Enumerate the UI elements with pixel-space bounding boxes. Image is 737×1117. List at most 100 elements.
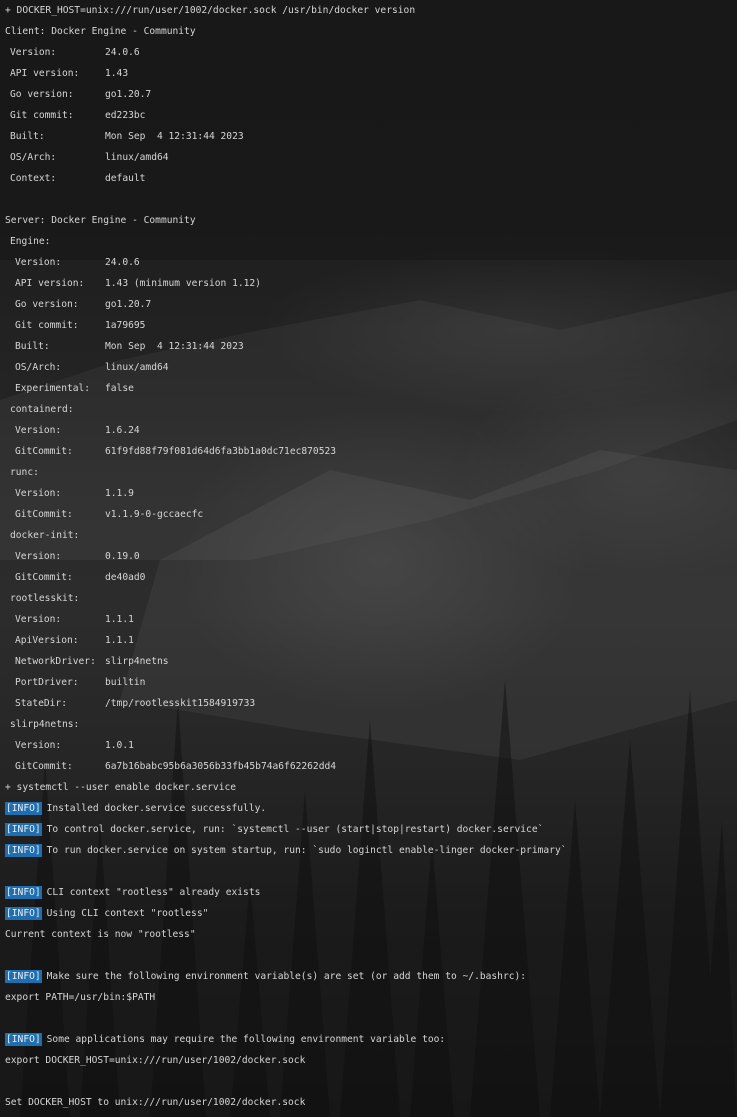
field-value: /tmp/rootlesskit1584919733	[105, 698, 256, 709]
field-key: GitCommit:	[15, 509, 73, 520]
field-key: API version:	[15, 278, 85, 289]
field-value: Mon Sep 4 12:31:44 2023	[105, 341, 244, 352]
key-value-line: ApiVersion: 1.1.1	[0, 630, 737, 651]
field-key: Version:	[15, 614, 62, 625]
section-heading: slirp4netns:	[0, 714, 737, 735]
key-value-line: NetworkDriver: slirp4netns	[0, 651, 737, 672]
key-value-line: StateDir: /tmp/rootlesskit1584919733	[0, 693, 737, 714]
field-value: 1.1.9	[105, 488, 134, 499]
info-message: Some applications may require the follow…	[46, 1034, 446, 1045]
field-value: 24.0.6	[105, 47, 140, 58]
key-value-line: GitCommit: 61f9fd88f79f081d64d6fa3bb1a0dc…	[0, 441, 737, 462]
key-value-line: Version: 1.1.1	[0, 609, 737, 630]
info-message: Make sure the following environment vari…	[46, 971, 527, 982]
key-value-line: API version: 1.43 (minimum version 1.12)	[0, 273, 737, 294]
key-value-line: Version: 24.0.6	[0, 252, 737, 273]
field-key: API version:	[10, 68, 80, 79]
field-key: GitCommit:	[15, 572, 73, 583]
field-value: 0.19.0	[105, 551, 140, 562]
info-badge: [INFO]	[5, 907, 42, 920]
field-key: StateDir:	[15, 698, 67, 709]
output-line: export DOCKER_HOST=unix:///run/user/1002…	[5, 1055, 306, 1066]
key-value-line: Git commit: ed223bc	[0, 105, 737, 126]
terminal-output: + DOCKER_HOST=unix:///run/user/1002/dock…	[0, 0, 737, 1113]
section-label: slirp4netns:	[10, 719, 80, 730]
field-value: 1.1.1	[105, 614, 134, 625]
section-heading: Engine:	[0, 231, 737, 252]
section-label: rootlesskit:	[10, 593, 80, 604]
section-label: docker-init:	[10, 530, 80, 541]
key-value-line: Go version: go1.20.7	[0, 84, 737, 105]
field-key: Built:	[10, 131, 45, 142]
field-value: de40ad0	[105, 572, 146, 583]
field-value: 6a7b16babc95b6a3056b33fb45b74a6f62262dd4	[105, 761, 337, 772]
field-key: OS/Arch:	[10, 152, 57, 163]
terminal-window[interactable]: + DOCKER_HOST=unix:///run/user/1002/dock…	[0, 0, 737, 1117]
key-value-line: Git commit: 1a79695	[0, 315, 737, 336]
key-value-line: OS/Arch: linux/amd64	[0, 357, 737, 378]
info-log-line: [INFO] Using CLI context "rootless"	[0, 903, 737, 924]
info-log-line: [INFO] CLI context "rootless" already exi…	[0, 882, 737, 903]
info-badge: [INFO]	[5, 802, 42, 815]
output-line: Client: Docker Engine - Community	[5, 26, 196, 37]
section-heading: containerd:	[0, 399, 737, 420]
field-key: Git commit:	[15, 320, 79, 331]
field-key: Experimental:	[15, 383, 91, 394]
key-value-line: Version: 1.1.9	[0, 483, 737, 504]
field-value: 1a79695	[105, 320, 146, 331]
info-log-line: [INFO] Make sure the following environmen…	[0, 966, 737, 987]
key-value-line: Built: Mon Sep 4 12:31:44 2023	[0, 336, 737, 357]
section-heading: docker-init:	[0, 525, 737, 546]
info-message: To run docker.service on system startup,…	[46, 845, 567, 856]
field-value: 1.0.1	[105, 740, 134, 751]
key-value-line: Built: Mon Sep 4 12:31:44 2023	[0, 126, 737, 147]
key-value-line: Experimental: false	[0, 378, 737, 399]
key-value-line: Context: default	[0, 168, 737, 189]
field-key: NetworkDriver:	[15, 656, 96, 667]
field-key: Context:	[10, 173, 57, 184]
field-key: GitCommit:	[15, 446, 73, 457]
section-label: runc:	[10, 467, 39, 478]
field-value: go1.20.7	[105, 89, 152, 100]
field-key: Go version:	[15, 299, 79, 310]
output-line: + systemctl --user enable docker.service	[5, 782, 237, 793]
key-value-line: GitCommit: 6a7b16babc95b6a3056b33fb45b74a…	[0, 756, 737, 777]
key-value-line: Version: 0.19.0	[0, 546, 737, 567]
output-line: + DOCKER_HOST=unix:///run/user/1002/dock…	[5, 5, 416, 16]
field-value: linux/amd64	[105, 152, 169, 163]
field-value: 1.43 (minimum version 1.12)	[105, 278, 261, 289]
field-value: 24.0.6	[105, 257, 140, 268]
output-line: Set DOCKER_HOST to unix:///run/user/1002…	[5, 1097, 306, 1108]
info-log-line: [INFO] To control docker.service, run: `s…	[0, 819, 737, 840]
field-key: PortDriver:	[15, 677, 79, 688]
field-value: builtin	[105, 677, 146, 688]
section-heading: rootlesskit:	[0, 588, 737, 609]
info-message: Using CLI context "rootless"	[46, 908, 209, 919]
info-badge: [INFO]	[5, 886, 42, 899]
key-value-line: PortDriver: builtin	[0, 672, 737, 693]
section-label: Engine:	[10, 236, 51, 247]
field-value: false	[105, 383, 134, 394]
info-message: Installed docker.service successfully.	[46, 803, 267, 814]
field-value: slirp4netns	[105, 656, 169, 667]
section-label: containerd:	[10, 404, 74, 415]
info-badge: [INFO]	[5, 823, 42, 836]
field-key: ApiVersion:	[15, 635, 79, 646]
field-value: linux/amd64	[105, 362, 169, 373]
info-badge: [INFO]	[5, 1033, 42, 1046]
field-key: Version:	[15, 488, 62, 499]
field-key: Built:	[15, 341, 50, 352]
info-message: To control docker.service, run: `systemc…	[46, 824, 544, 835]
field-value: 1.6.24	[105, 425, 140, 436]
info-log-line: [INFO] Some applications may require the …	[0, 1029, 737, 1050]
key-value-line: GitCommit: de40ad0	[0, 567, 737, 588]
field-key: Version:	[15, 425, 62, 436]
output-line: Server: Docker Engine - Community	[5, 215, 196, 226]
field-key: Version:	[15, 551, 62, 562]
field-value: v1.1.9-0-gccaecfc	[105, 509, 204, 520]
info-log-line: [INFO] Installed docker.service successfu…	[0, 798, 737, 819]
